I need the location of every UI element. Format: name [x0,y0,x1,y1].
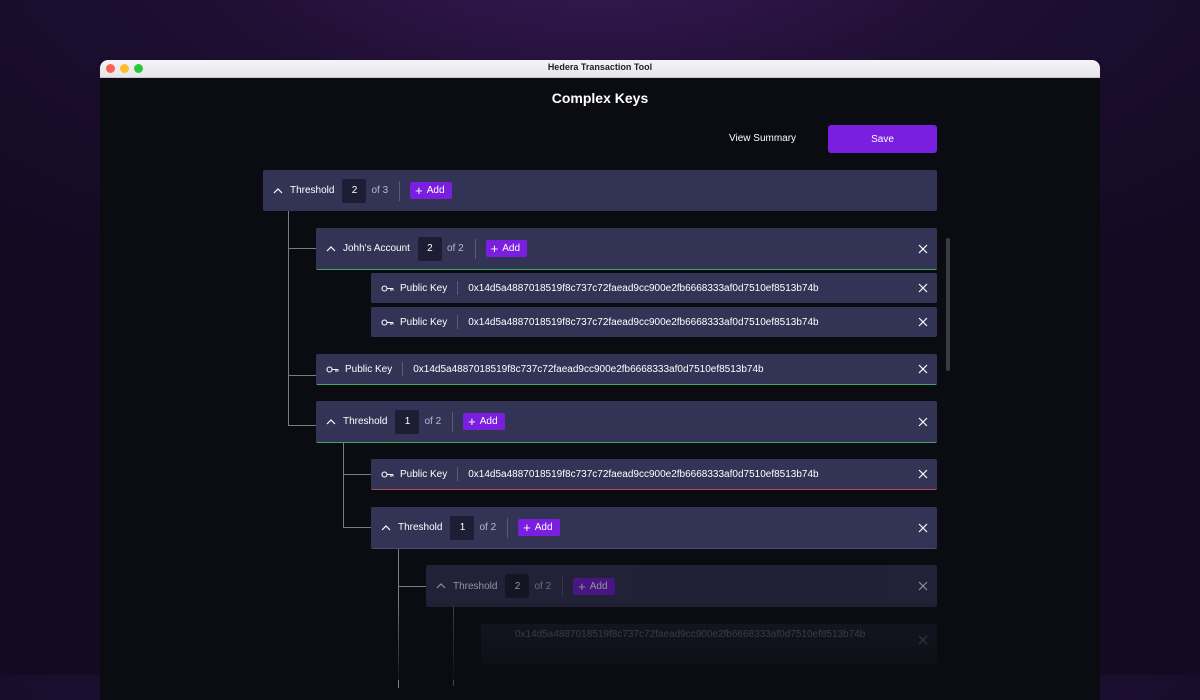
public-key-label: Public Key [400,316,448,328]
close-icon[interactable] [917,316,929,328]
threshold-label: Threshold [290,185,335,196]
threshold-label: Threshold [398,522,443,533]
key-icon [381,318,395,326]
tree-line [343,442,344,528]
divider [457,467,459,481]
tree-line [288,210,289,426]
close-icon[interactable] [917,580,929,592]
chevron-up-icon[interactable] [323,415,339,429]
plus-icon: + [523,520,531,535]
add-key-button[interactable]: + Add [518,519,560,536]
scrollbar-thumb[interactable] [946,238,950,371]
threshold-value-input[interactable]: 2 [417,236,442,261]
public-key-value: 0x14d5a4887018519f8c737c72faead9cc900e2f… [468,316,819,328]
threshold-row-nested: Threshold 1 of 2 + Add [316,401,937,443]
key-icon [381,470,395,478]
threshold-row-root: Threshold 2 of 3 + Add [263,170,937,211]
add-label: Add [426,185,445,196]
divider [474,238,476,259]
close-icon[interactable] [917,282,929,294]
tree-line [288,375,316,376]
close-icon[interactable] [917,522,929,534]
divider [457,315,459,329]
threshold-of-count: of 2 [479,522,497,533]
add-label: Add [589,580,608,592]
threshold-label: Threshold [343,416,388,427]
public-key-label: Public Key [345,363,393,375]
threshold-of-count: of 2 [446,243,464,254]
public-key-row: Public Key 0x14d5a4887018519f8c737c72fae… [371,459,937,490]
app-window: Hedera Transaction Tool Complex Keys Vie… [100,60,1100,700]
threshold-value-input[interactable]: 2 [342,178,367,203]
threshold-of-count: of 2 [424,416,442,427]
key-icon [326,365,340,373]
title-bar: Hedera Transaction Tool [100,60,1100,78]
threshold-of-count: of 3 [371,185,389,196]
chevron-up-icon[interactable] [323,242,339,256]
public-key-value: 0x14d5a4887018519f8c737c72faead9cc900e2f… [468,282,819,294]
threshold-row-account: Johh's Account 2 of 2 + Add [316,228,937,270]
close-icon[interactable] [917,363,929,375]
threshold-of-count: of 2 [534,580,552,592]
divider [452,411,454,432]
window-title: Hedera Transaction Tool [547,62,653,72]
threshold-value-input[interactable]: 1 [395,409,420,434]
public-key-value: 0x14d5a4887018519f8c737c72faead9cc900e2f… [413,363,764,375]
tree-line [288,248,316,249]
threshold-value-input[interactable]: 1 [450,515,475,540]
close-icon[interactable] [917,468,929,480]
add-key-button[interactable]: + Add [485,240,528,257]
public-key-row: Public Key 0x14d5a4887018519f8c737c72fae… [316,354,937,385]
view-summary-button[interactable]: View Summary [729,133,796,144]
divider [457,281,459,295]
chevron-up-icon[interactable] [378,521,394,535]
threshold-value-input[interactable]: 2 [505,574,530,598]
divider [399,180,401,201]
divider [507,517,509,538]
save-button[interactable]: Save [828,125,937,153]
public-key-row: Public Key 0x14d5a4887018519f8c737c72fae… [371,307,937,337]
tree-line [343,474,371,475]
divider [562,576,564,596]
scroll-fade-overlay [100,600,1100,680]
account-label: Johh's Account [343,243,410,254]
add-label: Add [502,243,521,254]
add-key-button[interactable]: + Add [410,182,452,199]
chevron-up-icon[interactable] [270,184,286,198]
close-icon[interactable] [917,243,929,255]
tree-line [288,425,316,426]
plus-icon: + [490,241,499,256]
page-title: Complex Keys [551,90,649,106]
tree-line [343,527,371,528]
add-key-button[interactable]: + Add [573,577,615,595]
tree-line [398,586,426,587]
plus-icon: + [415,183,423,198]
chevron-up-icon[interactable] [433,579,449,593]
add-label: Add [479,416,498,427]
close-icon[interactable] [917,416,929,428]
add-label: Add [534,522,553,533]
add-key-button[interactable]: + Add [463,413,505,430]
public-key-row: Public Key 0x14d5a4887018519f8c737c72fae… [371,273,937,303]
plus-icon: + [578,578,586,594]
threshold-row-nested: Threshold 1 of 2 + Add [371,507,937,549]
public-key-label: Public Key [400,282,448,294]
public-key-value: 0x14d5a4887018519f8c737c72faead9cc900e2f… [468,468,819,480]
key-icon [381,284,395,292]
public-key-label: Public Key [400,468,448,480]
threshold-label: Threshold [453,580,498,592]
plus-icon: + [468,414,476,429]
divider [402,362,404,376]
